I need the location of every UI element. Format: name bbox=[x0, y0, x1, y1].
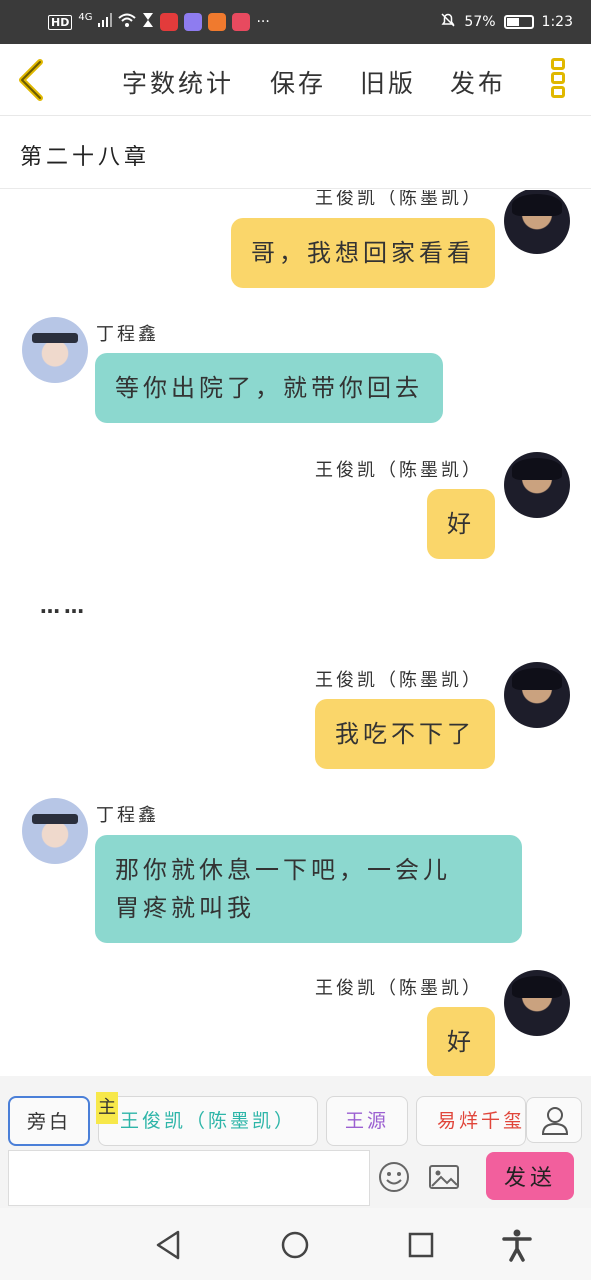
word-count-button[interactable]: 字数统计 bbox=[122, 64, 234, 100]
chapter-header[interactable]: 第二十八章 bbox=[0, 117, 591, 189]
message-bubble[interactable]: 好 bbox=[427, 489, 495, 559]
back-button[interactable] bbox=[14, 58, 54, 102]
more-menu-button[interactable] bbox=[548, 58, 568, 104]
user-icon bbox=[541, 1107, 569, 1135]
app-root: HD 4G ··· 57% 1:23 字数统计 保存 旧版 发布 第二十八章 王… bbox=[0, 0, 591, 1280]
save-button[interactable]: 保存 bbox=[270, 64, 326, 100]
chevron-left-icon bbox=[19, 59, 43, 101]
message-input[interactable] bbox=[8, 1150, 370, 1206]
old-version-button[interactable]: 旧版 bbox=[360, 64, 416, 100]
clock: 1:23 bbox=[541, 14, 573, 30]
role-selector: 旁白 王俊凯（陈墨凯） 王源 易烊千玺 bbox=[0, 1076, 591, 1146]
chapter-title: 第二十八章 bbox=[20, 145, 151, 170]
recents-square-icon bbox=[408, 1232, 434, 1258]
wifi-icon bbox=[118, 13, 137, 31]
sender-name: 王俊凯（陈墨凯） bbox=[315, 978, 483, 999]
message-bubble[interactable]: 哥，我想回家看看 bbox=[231, 218, 495, 288]
role-wang-junkai-button[interactable]: 王俊凯（陈墨凯） bbox=[98, 1096, 318, 1146]
app-notification-icon bbox=[232, 13, 251, 31]
nav-back-button[interactable] bbox=[152, 1228, 186, 1262]
sender-name: 丁程鑫 bbox=[96, 324, 159, 345]
battery-icon bbox=[503, 15, 534, 29]
publish-button[interactable]: 发布 bbox=[450, 64, 506, 100]
add-role-button[interactable] bbox=[526, 1097, 582, 1143]
role-wang-yuan-button[interactable]: 王源 bbox=[326, 1096, 408, 1146]
bell-off-icon bbox=[440, 12, 456, 32]
more-notifications: ··· bbox=[256, 14, 270, 30]
sender-name: 王俊凯（陈墨凯） bbox=[315, 190, 483, 209]
role-narrator-button[interactable]: 旁白 bbox=[8, 1096, 90, 1146]
signal-indicator: 4G bbox=[78, 11, 93, 23]
more-vertical-icon bbox=[548, 58, 568, 98]
main-role-badge: 主 bbox=[96, 1092, 118, 1124]
back-triangle-icon bbox=[156, 1230, 180, 1260]
role-yi-yangqianxi-button[interactable]: 易烊千玺 bbox=[416, 1096, 526, 1146]
status-left: HD 4G ··· bbox=[48, 12, 270, 32]
message-bubble[interactable]: 那你就休息一下吧，一会儿 胃疼就叫我 bbox=[95, 835, 522, 943]
composer: 发送 bbox=[0, 1146, 591, 1208]
image-button[interactable] bbox=[428, 1161, 460, 1193]
nav-recents-button[interactable] bbox=[404, 1228, 438, 1262]
message-bubble[interactable]: 我吃不下了 bbox=[315, 699, 495, 769]
hd-indicator: HD bbox=[48, 14, 73, 30]
send-button[interactable]: 发送 bbox=[486, 1152, 574, 1200]
sender-name: 王俊凯（陈墨凯） bbox=[315, 460, 483, 481]
emoji-icon bbox=[379, 1162, 409, 1192]
editor-toolbar: 字数统计 保存 旧版 发布 bbox=[0, 44, 591, 116]
battery-percent: 57% bbox=[464, 14, 496, 30]
avatar[interactable] bbox=[504, 662, 570, 728]
app-notification-icon bbox=[184, 13, 203, 31]
message-bubble[interactable]: 等你出院了，就带你回去 bbox=[95, 353, 443, 423]
avatar[interactable] bbox=[22, 317, 88, 383]
avatar[interactable] bbox=[504, 190, 570, 254]
chat-area[interactable]: 王俊凯（陈墨凯） 哥，我想回家看看 丁程鑫 等你出院了，就带你回去 王俊凯（陈墨… bbox=[0, 190, 591, 1076]
status-bar: HD 4G ··· 57% 1:23 bbox=[0, 0, 591, 44]
message-line: 那你就休息一下吧，一会儿 bbox=[115, 856, 451, 884]
avatar[interactable] bbox=[504, 452, 570, 518]
message-line: 胃疼就叫我 bbox=[115, 894, 255, 922]
system-nav-bar bbox=[0, 1208, 591, 1280]
sender-name: 丁程鑫 bbox=[96, 805, 159, 826]
image-icon bbox=[429, 1165, 459, 1189]
accessibility-icon bbox=[502, 1229, 532, 1262]
narration-text[interactable]: …… bbox=[40, 594, 88, 618]
home-circle-icon bbox=[281, 1231, 309, 1259]
signal-bars-icon bbox=[98, 13, 113, 31]
app-notification-icon bbox=[160, 13, 179, 31]
nav-accessibility-button[interactable] bbox=[500, 1228, 534, 1262]
message-bubble[interactable]: 好 bbox=[427, 1007, 495, 1076]
avatar[interactable] bbox=[504, 970, 570, 1036]
emoji-button[interactable] bbox=[378, 1161, 410, 1193]
status-right: 57% 1:23 bbox=[440, 12, 573, 32]
hourglass-icon bbox=[142, 12, 154, 32]
nav-home-button[interactable] bbox=[278, 1228, 312, 1262]
app-notification-icon bbox=[208, 13, 227, 31]
avatar[interactable] bbox=[22, 798, 88, 864]
sender-name: 王俊凯（陈墨凯） bbox=[315, 670, 483, 691]
